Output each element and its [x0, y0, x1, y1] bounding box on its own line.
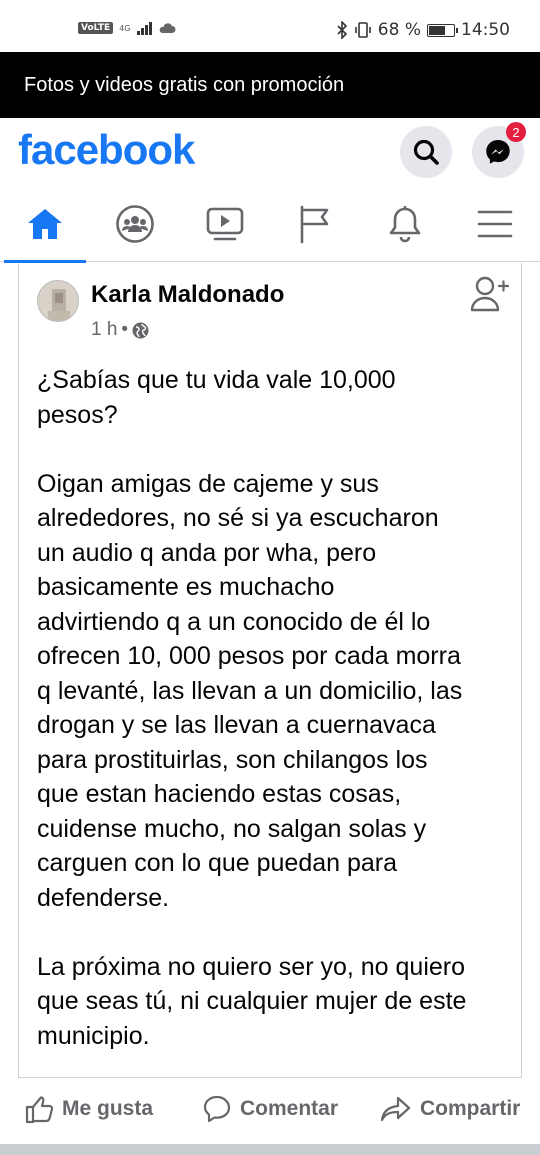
meta-separator: •: [121, 319, 129, 340]
share-label: Compartir: [420, 1097, 521, 1120]
promo-banner-text: Fotos y videos gratis con promoción: [24, 73, 345, 96]
cloud-icon: [159, 23, 175, 33]
avatar[interactable]: [37, 280, 79, 322]
post-meta: 1 h •: [91, 319, 149, 341]
tab-pages[interactable]: [270, 186, 360, 262]
post-author-name[interactable]: Karla Maldonado: [91, 281, 284, 309]
comment-icon: [203, 1095, 231, 1123]
app-header: facebook 2: [0, 118, 540, 186]
comment-button[interactable]: Comentar: [202, 1094, 338, 1124]
network-type: 4G: [119, 23, 131, 33]
profile-photo: [38, 281, 78, 321]
tab-watch[interactable]: [180, 186, 270, 262]
post-card: Karla Maldonado 1 h • ¿Sabías que tu vid…: [18, 263, 522, 1078]
post-timestamp[interactable]: 1 h: [91, 319, 117, 341]
comment-label: Comentar: [240, 1097, 339, 1120]
notifications-bell-icon: [389, 206, 421, 243]
globe-icon: [132, 322, 149, 338]
tab-menu[interactable]: [450, 186, 540, 262]
tab-bar: [0, 186, 540, 263]
status-bar: VoLTE 4G 68 % 14:50: [0, 0, 540, 52]
watch-icon: [206, 207, 244, 241]
messenger-badge: 2: [506, 122, 526, 142]
battery-icon: [427, 23, 458, 37]
messenger-icon: [486, 140, 510, 164]
promo-banner[interactable]: Fotos y videos gratis con promoción: [0, 52, 540, 118]
vibrate-icon: [354, 22, 371, 38]
add-friend-icon: [470, 276, 510, 312]
post-text: ¿Sabías que tu vida vale 10,000 pesos? O…: [37, 366, 467, 1050]
like-label: Me gusta: [62, 1097, 154, 1120]
clock: 14:50: [461, 20, 510, 40]
signal-icon: [136, 21, 152, 35]
like-button[interactable]: Me gusta: [24, 1094, 153, 1124]
tab-groups[interactable]: [90, 186, 180, 262]
pages-flag-icon: [300, 205, 329, 244]
groups-icon: [116, 205, 154, 243]
home-icon: [28, 209, 62, 239]
menu-icon: [477, 210, 513, 238]
search-icon: [413, 139, 439, 165]
like-icon: [25, 1096, 54, 1124]
messenger-button[interactable]: 2: [472, 122, 526, 178]
share-icon: [380, 1096, 411, 1122]
battery-percent: 68 %: [377, 20, 421, 40]
add-friend-button[interactable]: [469, 275, 510, 318]
tab-notifications[interactable]: [360, 186, 450, 262]
feed-divider: [0, 1144, 540, 1155]
tab-home[interactable]: [0, 186, 90, 263]
facebook-logo[interactable]: facebook: [18, 126, 195, 174]
volte-indicator: VoLTE: [78, 22, 114, 34]
share-button[interactable]: Compartir: [380, 1094, 520, 1124]
bluetooth-icon: [337, 21, 347, 39]
post-actions: Me gusta Comentar Compartir: [0, 1078, 540, 1144]
search-button[interactable]: [400, 126, 452, 178]
